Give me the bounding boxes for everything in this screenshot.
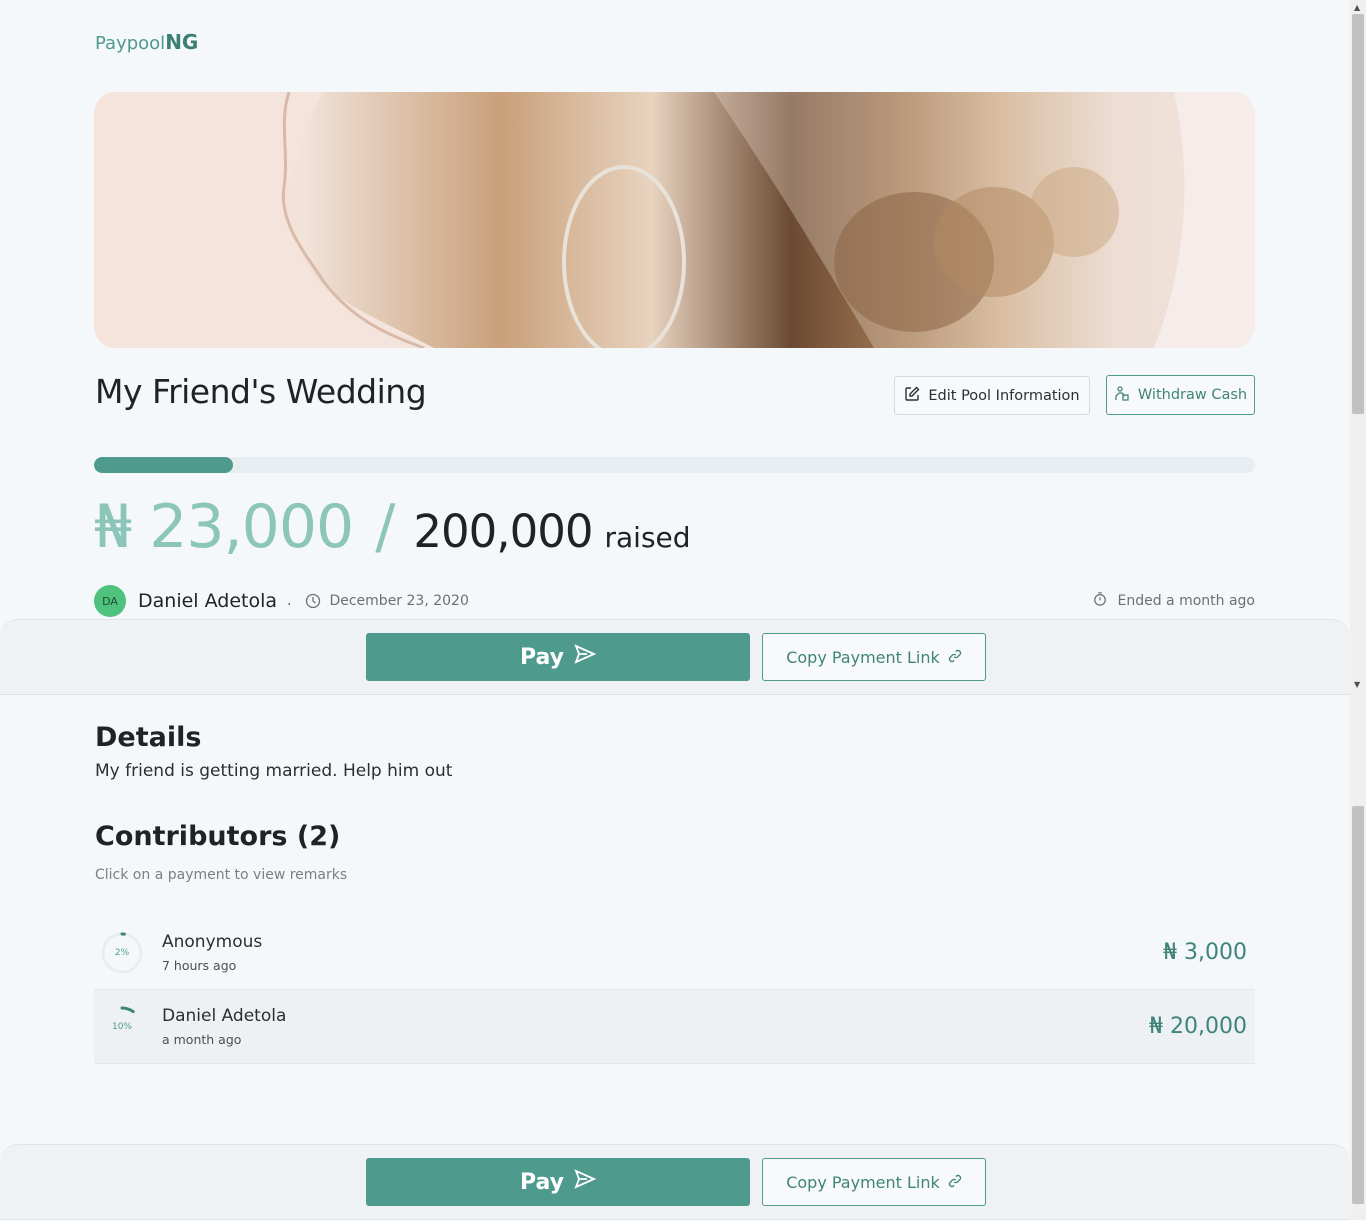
edit-icon: [904, 386, 920, 406]
scrollbar-thumb[interactable]: [1352, 806, 1364, 1204]
copy-payment-link-label: Copy Payment Link: [786, 647, 940, 667]
contribution-amount: ₦ 3,000: [1163, 940, 1247, 965]
clock-icon: [305, 593, 321, 609]
pay-button[interactable]: Pay: [366, 1158, 750, 1206]
contribution-time: a month ago: [162, 1032, 242, 1047]
contributor-row[interactable]: 10% Daniel Adetola a month ago ₦ 20,000: [94, 990, 1255, 1064]
scroll-up-icon[interactable]: ▲: [1354, 3, 1360, 12]
amount-summary: ₦ 23,000 / 200,000 raised: [94, 492, 691, 562]
amount-separator: /: [375, 492, 396, 562]
pay-button[interactable]: Pay: [366, 633, 750, 681]
brand-logo[interactable]: PaypoolNG: [95, 30, 198, 54]
copy-payment-link-button[interactable]: Copy Payment Link: [762, 1158, 986, 1206]
details-text: My friend is getting married. Help him o…: [95, 761, 453, 781]
author-name: Daniel Adetola: [138, 590, 278, 612]
pool-date: December 23, 2020: [329, 593, 469, 609]
withdraw-icon: [1114, 385, 1130, 405]
pool-status: Ended a month ago: [1093, 592, 1255, 610]
contributor-name: Anonymous: [162, 932, 263, 952]
contributors-list: 2% Anonymous 7 hours ago ₦ 3,000 10% Dan…: [94, 916, 1255, 1064]
contributor-name: Daniel Adetola: [162, 1006, 287, 1026]
contribution-amount: ₦ 20,000: [1149, 1014, 1247, 1039]
action-bar-bottom: Pay Copy Payment Link: [0, 1144, 1350, 1220]
contribution-share-ring: 10%: [100, 1005, 144, 1049]
contribution-time: 7 hours ago: [162, 958, 237, 973]
details-heading: Details: [95, 722, 202, 753]
meta-separator: .: [287, 593, 292, 609]
pool-title: My Friend's Wedding: [95, 372, 427, 411]
target-amount: 200,000: [413, 505, 593, 558]
contribution-share-ring: 2%: [100, 931, 144, 975]
action-bar-top: Pay Copy Payment Link: [0, 619, 1350, 695]
edit-pool-button[interactable]: Edit Pool Information: [894, 376, 1090, 415]
pool-status-text: Ended a month ago: [1117, 593, 1255, 609]
contributors-subtitle: Click on a payment to view remarks: [95, 867, 348, 883]
scroll-down-icon[interactable]: ▼: [1354, 680, 1360, 689]
avatar: DA: [94, 585, 126, 617]
contribution-share-label: 10%: [111, 1021, 132, 1032]
link-icon: [948, 648, 962, 667]
send-icon: [574, 644, 597, 670]
scrollbar-thumb[interactable]: [1352, 14, 1364, 414]
copy-payment-link-button[interactable]: Copy Payment Link: [762, 633, 986, 681]
send-icon: [574, 1169, 597, 1195]
contributor-row[interactable]: 2% Anonymous 7 hours ago ₦ 3,000: [94, 916, 1255, 990]
contributors-heading: Contributors (2): [95, 821, 341, 852]
copy-payment-link-label: Copy Payment Link: [786, 1172, 940, 1192]
withdraw-cash-button[interactable]: Withdraw Cash: [1106, 375, 1255, 415]
timer-icon: [1093, 592, 1107, 610]
contribution-share-label: 2%: [114, 947, 130, 958]
link-icon: [948, 1173, 962, 1192]
pool-meta: DA Daniel Adetola . December 23, 2020 En…: [94, 585, 1255, 617]
funding-progress-bar: [94, 457, 1255, 473]
pool-cover-image: [94, 92, 1255, 348]
funding-progress-fill: [94, 457, 234, 473]
edit-pool-label: Edit Pool Information: [928, 387, 1080, 404]
raised-amount: ₦ 23,000: [94, 492, 354, 562]
pay-label: Pay: [519, 644, 565, 670]
withdraw-cash-label: Withdraw Cash: [1137, 387, 1248, 403]
pay-label: Pay: [519, 1169, 565, 1195]
raised-label: raised: [604, 521, 691, 554]
